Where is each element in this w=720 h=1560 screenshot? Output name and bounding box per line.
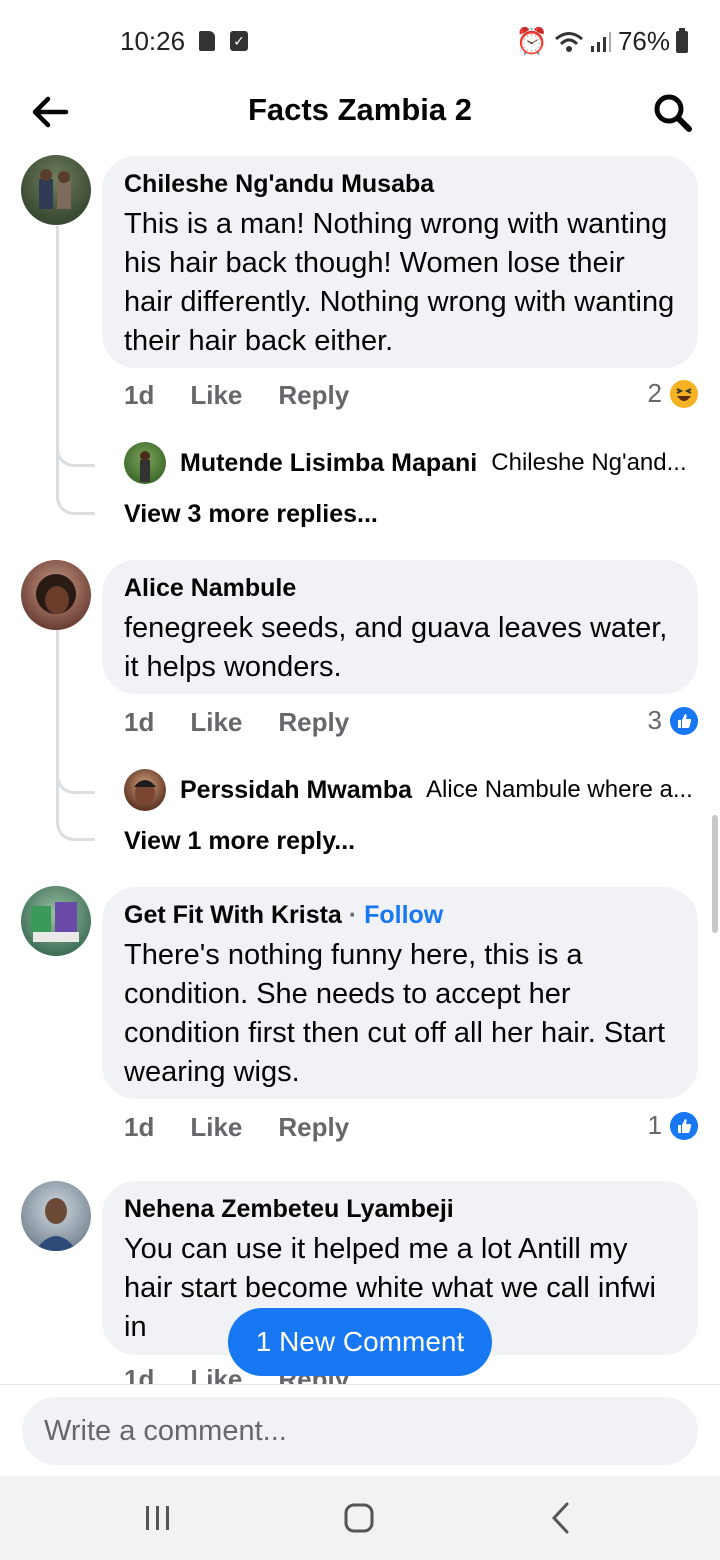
status-right: ⏰ 76% bbox=[516, 26, 688, 57]
thread-branch bbox=[56, 436, 95, 467]
comment-bubble[interactable]: Get Fit With Krista · Follow There's not… bbox=[102, 887, 698, 1099]
thread-line bbox=[56, 630, 59, 820]
commenter-name[interactable]: Nehena Zembeteu Lyambeji bbox=[124, 1195, 676, 1224]
comment-age: 1d bbox=[124, 707, 155, 737]
comment-bubble[interactable]: Chileshe Ng'andu Musaba This is a man! N… bbox=[102, 156, 698, 368]
back-icon[interactable] bbox=[541, 1498, 581, 1538]
comment-age: 1d bbox=[124, 380, 155, 410]
avatar-photo bbox=[36, 574, 76, 614]
like-button[interactable]: Like bbox=[190, 707, 242, 738]
avatar[interactable] bbox=[21, 1181, 91, 1251]
reaction-count: 2 bbox=[647, 378, 662, 408]
comment-bubble[interactable]: Alice Nambule fenegreek seeds, and guava… bbox=[102, 560, 698, 694]
comment-actions: 1d Like Reply bbox=[124, 707, 349, 738]
sd-card-icon bbox=[199, 31, 215, 51]
like-button[interactable]: Like bbox=[190, 1112, 242, 1143]
app-header: Facts Zambia 2 bbox=[0, 80, 720, 144]
avatar-photo bbox=[31, 902, 79, 942]
signal-icon bbox=[590, 31, 611, 52]
reaction-summary[interactable]: 2 bbox=[648, 378, 698, 409]
like-icon bbox=[670, 706, 698, 735]
reply-text: Chileshe Ng'and... bbox=[491, 449, 687, 476]
reaction-summary[interactable]: 3 bbox=[648, 705, 698, 736]
comment-input[interactable] bbox=[22, 1397, 698, 1465]
wifi-icon bbox=[554, 31, 583, 52]
avatar[interactable] bbox=[124, 442, 166, 484]
reaction-count: 3 bbox=[647, 705, 662, 735]
reply-author[interactable]: Perssidah Mwamba bbox=[180, 776, 412, 805]
avatar-photo bbox=[140, 451, 150, 482]
separator-dot: · bbox=[348, 901, 358, 929]
thread-branch bbox=[56, 484, 95, 515]
thread-branch bbox=[56, 763, 95, 794]
avatar-photo bbox=[134, 780, 156, 805]
commenter-name[interactable]: Alice Nambule bbox=[124, 574, 676, 603]
alarm-icon: ⏰ bbox=[515, 26, 548, 56]
avatar-photo bbox=[35, 1198, 77, 1251]
system-nav-bar bbox=[0, 1476, 720, 1560]
avatar[interactable] bbox=[21, 560, 91, 630]
scrollbar[interactable] bbox=[712, 815, 718, 933]
avatar-photo bbox=[39, 169, 71, 209]
reply-preview[interactable]: Mutende Lisimba Mapani Chileshe Ng'and..… bbox=[124, 442, 687, 484]
reply-author[interactable]: Mutende Lisimba Mapani bbox=[180, 449, 477, 478]
reply-text: Alice Nambule where a... bbox=[426, 776, 693, 803]
comment-age: 1d bbox=[124, 1112, 155, 1142]
check-notification-icon: ✓ bbox=[230, 31, 248, 51]
like-icon bbox=[670, 1111, 698, 1140]
thread-branch bbox=[56, 810, 95, 841]
new-comment-button[interactable]: 1 New Comment bbox=[228, 1308, 492, 1376]
view-more-replies-link[interactable]: View 1 more reply... bbox=[124, 827, 355, 856]
comment-text: This is a man! Nothing wrong with wantin… bbox=[124, 208, 675, 357]
reply-button[interactable]: Reply bbox=[278, 1112, 349, 1143]
comment-actions: 1d Like Reply bbox=[124, 1112, 349, 1143]
commenter-name[interactable]: Get Fit With Krista bbox=[124, 901, 342, 929]
reply-button[interactable]: Reply bbox=[278, 380, 349, 411]
battery-icon bbox=[676, 27, 688, 53]
reply-preview[interactable]: Perssidah Mwamba Alice Nambule where a..… bbox=[124, 769, 693, 811]
like-button[interactable]: Like bbox=[190, 380, 242, 411]
comment-text: fenegreek seeds, and guava leaves water,… bbox=[124, 612, 668, 683]
comment-age: 1d bbox=[124, 1364, 155, 1384]
status-time: 10:26 bbox=[120, 26, 186, 56]
haha-icon bbox=[670, 379, 698, 408]
reaction-count: 1 bbox=[647, 1110, 662, 1140]
like-button[interactable]: Like bbox=[190, 1364, 242, 1384]
avatar[interactable] bbox=[21, 886, 91, 956]
search-icon[interactable] bbox=[650, 90, 694, 134]
avatar[interactable] bbox=[124, 769, 166, 811]
page-title: Facts Zambia 2 bbox=[248, 92, 472, 127]
status-bar: 10:26 ✓ ⏰ 76% bbox=[0, 0, 720, 80]
comment-composer bbox=[0, 1384, 720, 1477]
avatar[interactable] bbox=[21, 155, 91, 225]
battery-percent: 76% bbox=[617, 26, 670, 56]
follow-button[interactable]: Follow bbox=[364, 901, 443, 929]
commenter-name[interactable]: Chileshe Ng'andu Musaba bbox=[124, 170, 676, 199]
home-icon[interactable] bbox=[339, 1498, 379, 1538]
recents-icon[interactable] bbox=[138, 1498, 178, 1538]
comment-text: There's nothing funny here, this is a co… bbox=[124, 939, 666, 1088]
reaction-summary[interactable]: 1 bbox=[648, 1110, 698, 1141]
commenter-name-row: Get Fit With Krista · Follow bbox=[124, 901, 676, 930]
view-more-replies-link[interactable]: View 3 more replies... bbox=[124, 500, 378, 529]
reply-button[interactable]: Reply bbox=[278, 707, 349, 738]
comment-actions: 1d Like Reply bbox=[124, 380, 349, 411]
